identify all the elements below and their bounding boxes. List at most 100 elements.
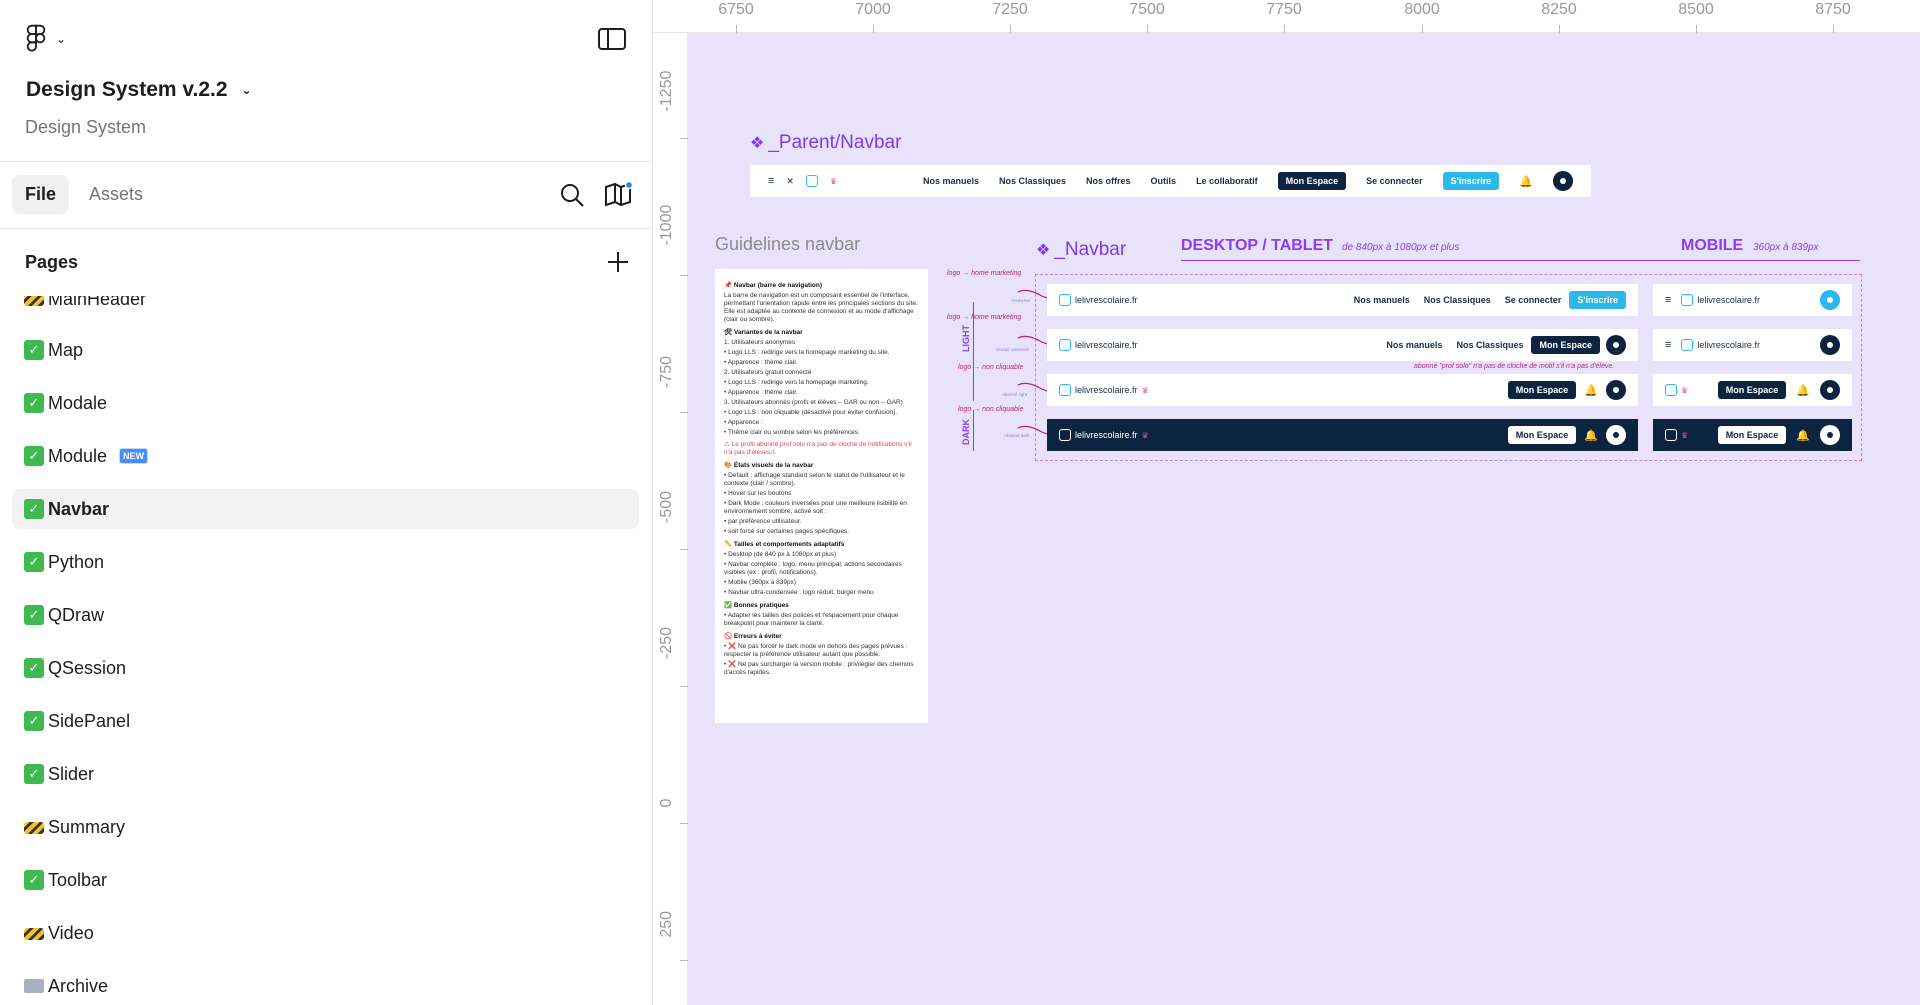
navbar-variant-anonyme-desktop[interactable]: lelivrescolaire.fr Nos manuels Nos Class… — [1047, 284, 1638, 316]
ruler-label: 0 — [658, 798, 675, 808]
light-bar — [973, 302, 974, 401]
ruler-label: 250 — [658, 910, 675, 938]
page-item-video[interactable]: Video — [12, 913, 639, 953]
divider — [0, 161, 653, 162]
toggle-sidebar-icon[interactable] — [597, 26, 627, 52]
ruler-tick — [736, 25, 737, 33]
ruler-tick — [1559, 25, 1560, 33]
avatar-icon — [1820, 380, 1840, 400]
guideline-heading: 🚫 Erreurs à éviter — [724, 633, 782, 640]
page-item-archive[interactable]: Archive — [12, 966, 639, 1005]
page-item-mainheader[interactable]: MainHeader — [12, 296, 639, 319]
tab-assets[interactable]: Assets — [89, 175, 143, 214]
bell-icon: 🔔 — [1796, 384, 1810, 397]
logo-icon — [1681, 339, 1694, 351]
navbar-variant-abonne-dark-mobile[interactable]: ♛ Mon Espace 🔔 — [1653, 419, 1852, 451]
guideline-heading: 📌 Navbar (barre de navigation) — [724, 282, 823, 289]
sinscrire-button: S'inscrire — [1442, 172, 1500, 190]
ruler-tick — [1284, 25, 1285, 33]
search-icon[interactable] — [559, 182, 585, 208]
navbar-left: ≡ ✕ ♛ — [768, 175, 923, 187]
canvas[interactable]: -1250 -1000 -750 -500 -250 0 250 6750 70… — [653, 0, 1920, 1005]
logo-icon — [1059, 429, 1071, 441]
frame-label-guidelines[interactable]: Guidelines navbar — [715, 234, 860, 255]
logo: lelivrescolaire.fr ♛ — [1059, 384, 1149, 396]
ruler-label: -500 — [658, 490, 675, 523]
logo-icon — [1681, 294, 1694, 306]
page-item-python[interactable]: ✓ Python — [12, 542, 639, 582]
navbar-variant-gratuit-desktop[interactable]: lelivrescolaire.fr Nos manuels Nos Class… — [1047, 329, 1638, 361]
page-item-map[interactable]: ✓ Map — [12, 330, 639, 370]
menu-nos-offres: Nos offres — [1086, 176, 1131, 186]
navbar-variant-abonne-light-desktop[interactable]: lelivrescolaire.fr ♛ Mon Espace 🔔 — [1047, 374, 1638, 406]
page-item-toolbar[interactable]: ✓ Toolbar — [12, 860, 639, 900]
logo: lelivrescolaire.fr ♛ — [1059, 429, 1149, 441]
construction-icon — [24, 822, 44, 834]
new-badge-icon: NEW — [119, 448, 149, 464]
navbar-variant-anonyme-mobile[interactable]: ≡ lelivrescolaire.fr — [1653, 284, 1852, 316]
check-icon: ✓ — [24, 499, 44, 519]
component-icon: ❖ — [1036, 242, 1051, 259]
project-name[interactable]: Design System — [25, 117, 146, 138]
page-item-qdraw[interactable]: ✓ QDraw — [12, 595, 639, 635]
menu-nos-manuels: Nos manuels — [922, 176, 979, 186]
page-item-modale[interactable]: ✓ Modale — [12, 383, 639, 423]
guideline-line: ⚠ Le profil abonné prof solo n'a pas de … — [724, 441, 912, 456]
crown-icon: ♛ — [1141, 385, 1149, 395]
navbar-variant-abonne-light-mobile[interactable]: ♛ Mon Espace 🔔 — [1653, 374, 1852, 406]
chevron-down-icon: ⌄ — [241, 83, 252, 97]
desktop-section-line — [1181, 260, 1679, 261]
crown-icon: ♛ — [1141, 430, 1149, 440]
menu-nos-manuels: Nos manuels — [1353, 295, 1410, 305]
mon-espace-button: Mon Espace — [1717, 381, 1787, 399]
guideline-line: • Logo LLS : redirige vers la homepage m… — [724, 349, 890, 356]
avatar-icon — [1820, 425, 1840, 445]
avatar-icon — [1553, 171, 1573, 191]
guideline-line: • Adapter les tailles des polices et l'e… — [724, 612, 899, 627]
bell-icon: 🔔 — [1584, 384, 1598, 397]
page-item-module[interactable]: ✓ Module NEW — [12, 436, 639, 476]
page-item-qsession[interactable]: ✓ QSession — [12, 648, 639, 688]
guideline-line: • par préférence utilisateur. — [724, 518, 802, 525]
logo: lelivrescolaire.fr — [1059, 294, 1138, 306]
guideline-line: • Apparence : — [724, 419, 763, 426]
ruler-tick — [873, 25, 874, 33]
guideline-line: • soit forcé sur certaines pages spécifi… — [724, 528, 850, 535]
ruler-label: -250 — [658, 626, 675, 659]
parent-navbar-component[interactable]: ≡ ✕ ♛ Nos manuels Nos Classiques Nos off… — [750, 165, 1591, 197]
menu-collaboratif: Le collaboratif — [1196, 176, 1258, 186]
avatar-icon — [1820, 290, 1840, 310]
component-icon: ❖ — [750, 135, 765, 152]
guideline-line: 1. Utilisateurs anonymes — [724, 339, 796, 346]
tab-file[interactable]: File — [12, 175, 69, 214]
logo: lelivrescolaire.fr — [1059, 339, 1138, 351]
chevron-down-icon: ⌄ — [56, 32, 67, 46]
guidelines-document[interactable]: 📌 Navbar (barre de navigation) La barre d… — [715, 269, 928, 723]
guideline-line: • Logo LLS : non cliquable (désactivé po… — [724, 409, 898, 416]
avatar-icon — [1606, 425, 1626, 445]
avatar-icon — [1606, 380, 1626, 400]
mobile-section-line — [1653, 260, 1860, 261]
navbar-variant-gratuit-mobile[interactable]: ≡ lelivrescolaire.fr — [1653, 329, 1852, 361]
guideline-heading: 🛠 Variantes de la navbar — [724, 329, 803, 336]
ruler-left: -1250 -1000 -750 -500 -250 0 250 — [653, 0, 688, 1005]
main-menu-button[interactable]: ⌄ — [24, 24, 66, 54]
crown-icon: ♛ — [829, 176, 838, 186]
add-page-icon[interactable] — [605, 249, 631, 275]
page-item-summary[interactable]: Summary — [12, 807, 639, 847]
frame-label-navbar[interactable]: ❖ _Navbar — [1036, 239, 1126, 261]
file-title-button[interactable]: Design System v.2.2 ⌄ — [26, 78, 252, 102]
navbar-variant-abonne-dark-desktop[interactable]: lelivrescolaire.fr ♛ Mon Espace 🔔 — [1047, 419, 1638, 451]
library-icon[interactable] — [603, 180, 633, 208]
page-item-sidepanel[interactable]: ✓ SidePanel — [12, 701, 639, 741]
mobile-section-subtitle: 360px à 839px — [1753, 242, 1819, 253]
page-item-slider[interactable]: ✓ Slider — [12, 754, 639, 794]
guideline-line: • Default : affichage standard selon le … — [724, 472, 905, 487]
frame-label-parent-navbar[interactable]: ❖ _Parent/Navbar — [750, 132, 901, 154]
desktop-section-title: DESKTOP / TABLET — [1181, 237, 1334, 254]
page-item-navbar[interactable]: ✓ Navbar — [12, 489, 639, 529]
construction-icon — [24, 928, 44, 940]
annotation-non-cliquable: logo → non cliquable — [958, 406, 1024, 413]
light-tag: LIGHT — [961, 325, 971, 352]
avatar-icon — [1820, 335, 1840, 355]
